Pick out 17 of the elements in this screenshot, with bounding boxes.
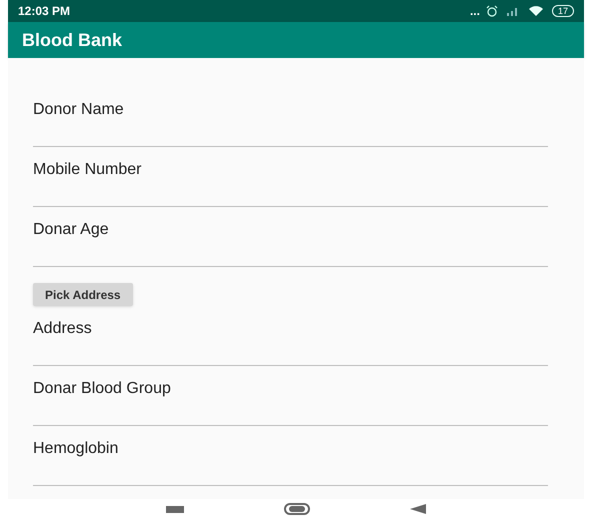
- battery-indicator: 17: [552, 5, 574, 17]
- input-field[interactable]: Donar Blood Group: [33, 376, 548, 426]
- alarm-icon: [486, 5, 498, 17]
- recents-icon[interactable]: [166, 506, 184, 512]
- app-title: Blood Bank: [22, 28, 122, 52]
- input-field[interactable]: Address: [33, 316, 548, 366]
- input-field[interactable]: Donar Age: [33, 217, 548, 267]
- input-field[interactable]: Mobile Number: [33, 157, 548, 207]
- home-icon[interactable]: [284, 503, 310, 515]
- signal-icon: [506, 6, 520, 16]
- back-icon[interactable]: [410, 504, 426, 514]
- wifi-icon: [528, 5, 544, 17]
- more-notifications: ...: [470, 3, 480, 20]
- pick-address-button[interactable]: Pick Address: [33, 283, 133, 306]
- input-field[interactable]: Donor Name: [33, 97, 548, 147]
- status-time: 12:03 PM: [18, 3, 70, 20]
- input-field[interactable]: Hemoglobin: [33, 436, 548, 486]
